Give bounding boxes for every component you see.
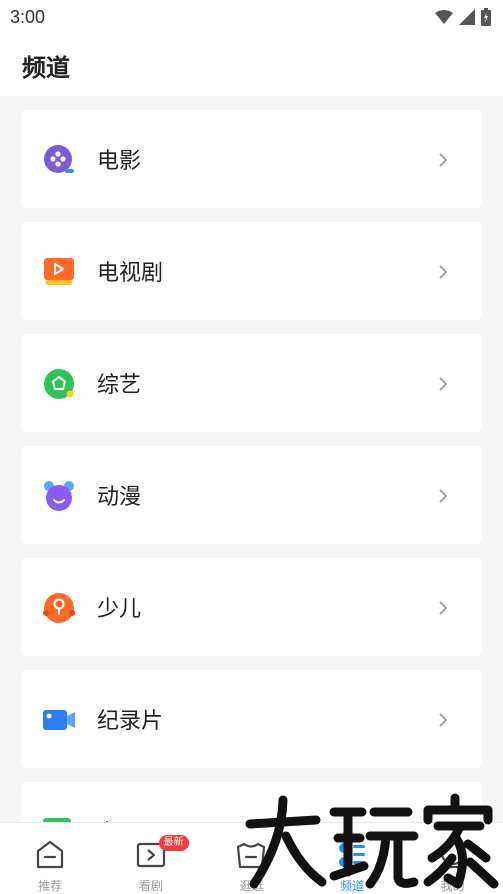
chevron-right-icon (439, 377, 448, 391)
channel-card-documentary[interactable]: 纪录片 (21, 670, 482, 768)
status-time: 3:00 (10, 6, 46, 27)
tab-browse[interactable]: 逛逛 (201, 823, 302, 894)
tab-recommend[interactable]: 推荐 (0, 823, 101, 894)
channel-label: 专题 (97, 815, 141, 822)
channel-card-variety[interactable]: 综艺 (21, 334, 482, 432)
anime-icon (44, 481, 74, 511)
chevron-right-icon (439, 153, 448, 167)
tab-label: 看剧 (138, 879, 163, 893)
channel-list[interactable]: 电影 电视剧 综艺 动漫 少儿 纪录片 (21, 110, 482, 822)
tab-label: 频道 (340, 879, 365, 893)
new-badge: 最新 (158, 835, 189, 851)
battery-icon (481, 8, 491, 26)
tab-label: 我的 (440, 879, 465, 893)
browse-icon (237, 842, 266, 869)
signal-icon (459, 9, 475, 25)
documentary-icon (43, 710, 75, 730)
page-title: 频道 (22, 53, 70, 82)
wifi-icon (435, 10, 453, 24)
tab-profile[interactable]: 我的 (402, 823, 503, 894)
chevron-right-icon (439, 713, 448, 727)
movie-icon (44, 145, 74, 173)
tab-channel[interactable]: 频道 (302, 823, 403, 894)
tv-series-icon (44, 258, 74, 285)
status-icons (435, 8, 491, 26)
bottom-tab-bar: 推荐 最新 看剧 逛逛 频道 我的 (0, 822, 503, 894)
channel-card-anime[interactable]: 动漫 (21, 446, 482, 544)
channel-icon (339, 843, 366, 867)
status-bar: 3:00 (0, 0, 503, 34)
channel-label: 综艺 (97, 373, 142, 398)
channel-label: 动漫 (97, 485, 142, 510)
chevron-right-icon (439, 489, 448, 503)
tab-label: 逛逛 (239, 879, 264, 893)
kids-icon (43, 593, 75, 623)
channel-card-tv-series[interactable]: 电视剧 (21, 222, 482, 320)
channel-card-kids[interactable]: 少儿 (21, 558, 482, 656)
channel-label: 少儿 (97, 597, 142, 622)
tab-watch[interactable]: 最新 看剧 (101, 823, 202, 894)
header: 频道 (0, 34, 503, 96)
home-icon (37, 840, 64, 869)
channel-card-movie[interactable]: 电影 (21, 110, 482, 208)
channel-card-topic[interactable]: 专题 (21, 782, 482, 822)
chevron-right-icon (439, 601, 448, 615)
variety-icon (44, 369, 74, 399)
channel-label: 电影 (97, 149, 142, 174)
chevron-right-icon (439, 265, 448, 279)
profile-icon (440, 840, 465, 869)
tab-label: 推荐 (38, 879, 63, 893)
channel-label: 纪录片 (97, 709, 164, 734)
channel-label: 电视剧 (97, 261, 164, 286)
